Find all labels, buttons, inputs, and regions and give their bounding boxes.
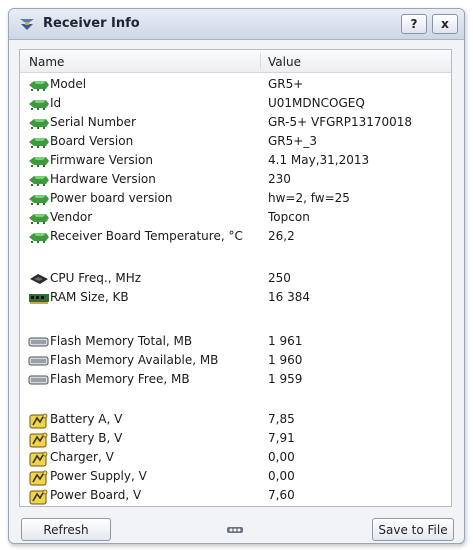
table-row[interactable]: Firmware Version 4.1 May,31,2013 (20, 151, 451, 170)
connection-button[interactable] (221, 518, 249, 541)
row-name: Serial Number (50, 115, 136, 129)
green-chip-icon (28, 135, 50, 149)
row-name: Board Version (50, 134, 134, 148)
row-name: RAM Size, KB (50, 290, 129, 304)
receiver-icon (20, 19, 34, 30)
title-bar: Receiver Info ? x (9, 9, 464, 40)
row-value: 7,85 (268, 412, 295, 426)
row-value: GR-5+ VFGRP13170018 (268, 115, 413, 129)
close-button[interactable]: x (432, 14, 458, 34)
power-icon (28, 432, 50, 448)
cpu-icon (28, 272, 50, 286)
green-chip-icon (28, 192, 50, 206)
row-value: GR5+ (268, 77, 304, 91)
row-name: Battery B, V (50, 431, 123, 445)
save-label: Save to File (378, 522, 448, 537)
table-row[interactable]: Flash Memory Free, MB 1 959 (20, 370, 451, 389)
help-button[interactable]: ? (401, 14, 427, 34)
row-name: Model (50, 77, 87, 91)
green-chip-icon (28, 154, 50, 168)
table-row[interactable]: RAM Size, KB 16 384 (20, 288, 451, 307)
table-row[interactable]: Id U01MDNCOGEQ (20, 94, 451, 113)
table-row[interactable]: Hardware Version 230 (20, 170, 451, 189)
row-value: U01MDNCOGEQ (268, 96, 365, 110)
receiver-info-dialog: Receiver Info ? x Name Value Model GR5+ Id… (8, 8, 465, 544)
row-name: Vendor (50, 210, 93, 224)
refresh-button[interactable]: Refresh (21, 518, 111, 541)
green-chip-icon (28, 230, 50, 244)
row-name: Flash Memory Available, MB (50, 353, 219, 367)
table-row[interactable]: CPU Freq., MHz 250 (20, 269, 451, 288)
row-value: 16 384 (268, 290, 310, 304)
table-row[interactable]: Charger, V 0,00 (20, 448, 451, 467)
row-name: Flash Memory Total, MB (50, 334, 193, 348)
row-name: Power Supply, V (50, 469, 147, 483)
row-name: Id (50, 96, 62, 110)
power-icon (28, 413, 50, 429)
table-header: Name Value (20, 50, 451, 73)
flash-memory-icon (28, 373, 50, 387)
flash-memory-icon (28, 354, 50, 368)
table-row[interactable]: Power Supply, V 0,00 (20, 467, 451, 486)
row-name: Power Board, V (50, 488, 142, 502)
row-value: 1 960 (268, 353, 303, 367)
table-row[interactable]: Battery B, V 7,91 (20, 429, 451, 448)
row-value: 250 (268, 271, 291, 285)
table-row[interactable]: Power Board, V 7,60 (20, 486, 451, 505)
column-header-value[interactable]: Value (268, 55, 301, 69)
row-value: 4.1 May,31,2013 (268, 153, 370, 167)
row-value: 1 961 (268, 334, 303, 348)
table-row[interactable]: Receiver Board Temperature, °C 26,2 (20, 227, 451, 246)
table-row[interactable]: Flash Memory Total, MB 1 961 (20, 332, 451, 351)
green-chip-icon (28, 116, 50, 130)
green-chip-icon (28, 78, 50, 92)
table-row[interactable]: Power board version hw=2, fw=25 (20, 189, 451, 208)
row-value: 0,00 (268, 469, 295, 483)
row-value: hw=2, fw=25 (268, 191, 350, 205)
green-chip-icon (28, 97, 50, 111)
window-title: Receiver Info (43, 16, 140, 31)
connection-icon (227, 526, 243, 533)
table-row[interactable]: Vendor Topcon (20, 208, 451, 227)
row-name: Hardware Version (50, 172, 156, 186)
row-value: 7,60 (268, 488, 295, 502)
table-row[interactable]: Battery A, V 7,85 (20, 410, 451, 429)
ram-icon (28, 291, 50, 305)
row-value: 230 (268, 172, 291, 186)
table-row[interactable]: Model GR5+ (20, 75, 451, 94)
table-row[interactable]: Serial Number GR-5+ VFGRP13170018 (20, 113, 451, 132)
power-icon (28, 470, 50, 486)
row-value: GR5+_3 (268, 134, 317, 148)
row-name: CPU Freq., MHz (50, 271, 142, 285)
flash-memory-icon (28, 335, 50, 349)
power-icon (28, 451, 50, 467)
close-label: x (441, 17, 449, 31)
row-value: 7,91 (268, 431, 295, 445)
row-name: Receiver Board Temperature, °C (50, 229, 243, 243)
receiver-info-table[interactable]: Name Value Model GR5+ Id U01MDNCOGEQ Serial … (19, 49, 452, 507)
row-name: Battery A, V (50, 412, 123, 426)
refresh-label: Refresh (43, 522, 89, 537)
power-icon (28, 489, 50, 505)
help-label: ? (410, 17, 418, 31)
save-to-file-button[interactable]: Save to File (372, 518, 454, 541)
row-value: 0,00 (268, 450, 295, 464)
row-name: Flash Memory Free, MB (50, 372, 190, 386)
green-chip-icon (28, 211, 50, 225)
table-row[interactable]: Board Version GR5+_3 (20, 132, 451, 151)
row-name: Firmware Version (50, 153, 153, 167)
table-row[interactable]: Flash Memory Available, MB 1 960 (20, 351, 451, 370)
green-chip-icon (28, 173, 50, 187)
row-value: Topcon (268, 210, 310, 224)
row-name: Power board version (50, 191, 173, 205)
row-value: 26,2 (268, 229, 295, 243)
row-value: 1 959 (268, 372, 303, 386)
column-header-name[interactable]: Name (29, 55, 64, 69)
row-name: Charger, V (50, 450, 114, 464)
